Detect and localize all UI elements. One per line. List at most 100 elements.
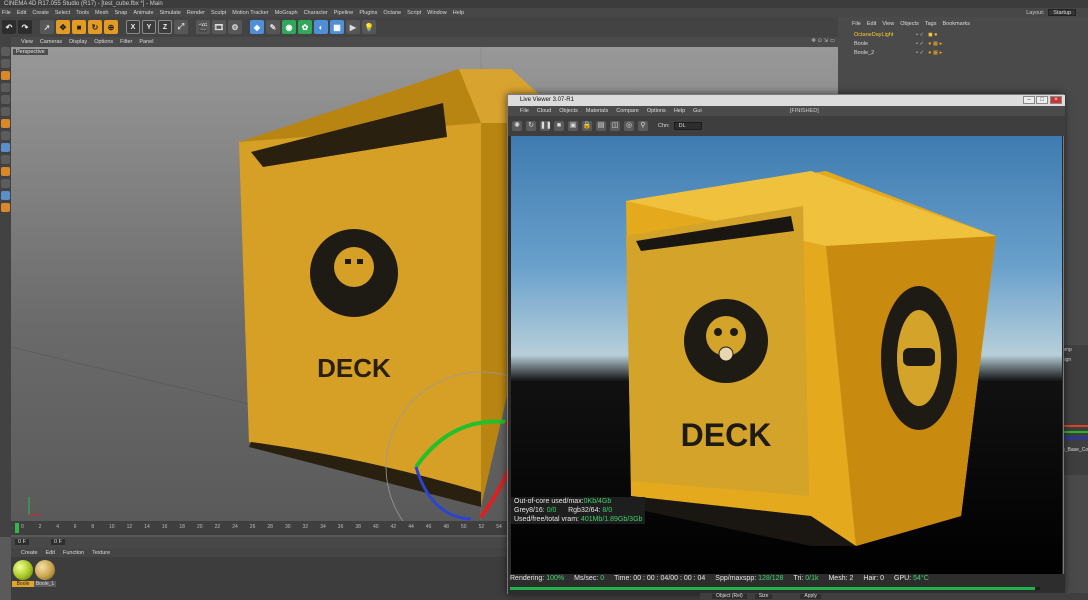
quantize-icon[interactable] bbox=[1, 203, 10, 212]
material-tag-icon[interactable]: ● ▦ ▸ bbox=[928, 41, 942, 47]
stop-icon[interactable]: ■ bbox=[554, 121, 564, 131]
array-icon[interactable]: ✿ bbox=[298, 20, 312, 34]
deformer-icon[interactable]: ◐ bbox=[314, 20, 328, 34]
menu-item[interactable]: Simulate bbox=[160, 10, 181, 16]
size-mode-dropdown[interactable]: Size bbox=[754, 594, 773, 599]
visibility-dots-icon[interactable]: • ✓ bbox=[916, 41, 924, 47]
material-swatch[interactable]: Boole bbox=[12, 560, 34, 588]
menu-item[interactable]: Snap bbox=[114, 10, 127, 16]
object-row[interactable]: OctaneDayLight • ✓ ◼ ● bbox=[840, 31, 1086, 39]
lock-workplane-icon[interactable] bbox=[1, 179, 10, 188]
pause-icon[interactable]: ❚❚ bbox=[540, 121, 552, 131]
y-axis-button[interactable]: Y bbox=[142, 20, 156, 34]
visibility-dots-icon[interactable]: • ✓ bbox=[916, 50, 924, 56]
maximize-icon[interactable]: □ bbox=[1036, 96, 1048, 104]
menu-item[interactable]: Sculpt bbox=[211, 10, 226, 16]
spline-pen-icon[interactable]: ✎ bbox=[266, 20, 280, 34]
rotate-icon[interactable]: ↻ bbox=[88, 20, 102, 34]
timeline-playhead[interactable] bbox=[15, 523, 19, 533]
menu-item[interactable]: Create bbox=[32, 10, 49, 16]
viewport-menu-item[interactable]: Options bbox=[94, 39, 113, 45]
viewport-menu-item[interactable]: View bbox=[21, 39, 33, 45]
redo-icon[interactable]: ↷ bbox=[18, 20, 32, 34]
scale-icon[interactable]: ■ bbox=[72, 20, 86, 34]
clay-mode-icon[interactable]: ◫ bbox=[610, 121, 620, 131]
minimize-icon[interactable]: – bbox=[1023, 96, 1035, 104]
close-icon[interactable]: × bbox=[1050, 96, 1062, 104]
live-viewer-menu-item[interactable]: Help bbox=[674, 108, 685, 114]
menu-item[interactable]: Motion Tracker bbox=[232, 10, 268, 16]
select-arrow-icon[interactable]: ➚ bbox=[40, 20, 54, 34]
coordinate-system-icon[interactable]: ⤢ bbox=[174, 20, 188, 34]
object-menu-item[interactable]: Objects bbox=[900, 21, 919, 27]
apply-button[interactable]: Apply bbox=[800, 594, 821, 599]
menu-item[interactable]: Tools bbox=[76, 10, 89, 16]
menu-item[interactable]: Script bbox=[407, 10, 421, 16]
edges-mode-icon[interactable] bbox=[1, 107, 10, 116]
render-view-icon[interactable]: 🎬 bbox=[196, 20, 210, 34]
menu-item[interactable]: Select bbox=[55, 10, 70, 16]
viewport-nav-icons[interactable]: ✥ ⊙ ⇲ ▭ bbox=[811, 38, 835, 44]
menu-item[interactable]: Pipeline bbox=[334, 10, 354, 16]
channel-dropdown[interactable]: DL bbox=[673, 122, 702, 130]
viewport-menu-item[interactable]: Cameras bbox=[40, 39, 62, 45]
object-menu-item[interactable]: Edit bbox=[867, 21, 876, 27]
material-menu-item[interactable]: Create bbox=[21, 550, 38, 556]
save-image-icon[interactable]: ▤ bbox=[596, 121, 606, 131]
material-swatch[interactable]: Boole_1 bbox=[34, 560, 56, 588]
refresh-icon[interactable]: ↻ bbox=[526, 121, 536, 131]
material-tag-icon[interactable]: ● ▦ ▸ bbox=[928, 50, 942, 56]
solo-icon[interactable] bbox=[1, 155, 10, 164]
model-mode-icon[interactable] bbox=[1, 59, 10, 68]
pin-icon[interactable]: ⚲ bbox=[638, 121, 648, 131]
undo-icon[interactable]: ↶ bbox=[2, 20, 16, 34]
make-editable-icon[interactable] bbox=[1, 47, 10, 56]
axis-mode-icon[interactable] bbox=[1, 131, 10, 140]
menu-item[interactable]: Render bbox=[187, 10, 205, 16]
live-viewer-menu-item[interactable]: Gui bbox=[693, 108, 702, 114]
visibility-dots-icon[interactable]: • ✓ bbox=[916, 32, 924, 38]
viewport-menu-item[interactable]: Filter bbox=[120, 39, 132, 45]
frame-current-field[interactable]: 0 F bbox=[51, 539, 65, 545]
region-icon[interactable]: ▣ bbox=[568, 121, 578, 131]
points-mode-icon[interactable] bbox=[1, 95, 10, 104]
menu-item[interactable]: Help bbox=[453, 10, 464, 16]
viewport-menu-item[interactable]: Panel bbox=[139, 39, 153, 45]
live-viewer-menu-item[interactable]: Options bbox=[647, 108, 666, 114]
focus-picker-icon[interactable]: ◎ bbox=[624, 121, 634, 131]
x-axis-button[interactable]: X bbox=[126, 20, 140, 34]
object-menu-item[interactable]: Bookmarks bbox=[942, 21, 970, 27]
menu-item[interactable]: Plugins bbox=[359, 10, 377, 16]
gear-icon[interactable]: ✺ bbox=[512, 121, 522, 131]
material-menu-item[interactable]: Texture bbox=[92, 550, 110, 556]
live-viewer-menu-item[interactable]: Objects bbox=[559, 108, 578, 114]
menu-item[interactable]: Character bbox=[304, 10, 328, 16]
render-settings-icon[interactable]: ⚙ bbox=[228, 20, 242, 34]
menu-item[interactable]: Mesh bbox=[95, 10, 108, 16]
z-axis-button[interactable]: Z bbox=[158, 20, 172, 34]
menu-item[interactable]: File bbox=[2, 10, 11, 16]
live-viewer-menu-item[interactable]: Compare bbox=[616, 108, 639, 114]
object-menu-item[interactable]: File bbox=[852, 21, 861, 27]
lock-icon[interactable]: 🔒 bbox=[582, 121, 592, 131]
menu-item[interactable]: MoGraph bbox=[275, 10, 298, 16]
material-menu-item[interactable]: Function bbox=[63, 550, 84, 556]
planar-workplane-icon[interactable] bbox=[1, 191, 10, 200]
tweak-mode-icon[interactable] bbox=[1, 143, 10, 152]
coord-mode-dropdown[interactable]: Object (Rel) bbox=[712, 594, 747, 599]
object-menu-item[interactable]: View bbox=[882, 21, 894, 27]
texture-mode-icon[interactable] bbox=[1, 71, 10, 80]
render-picture-viewer-icon[interactable]: 🎞 bbox=[212, 20, 226, 34]
object-row[interactable]: Boole • ✓ ● ▦ ▸ bbox=[840, 40, 1086, 48]
material-menu-item[interactable]: Edit bbox=[46, 550, 55, 556]
scene-floor-icon[interactable]: ▦ bbox=[330, 20, 344, 34]
menu-item[interactable]: Window bbox=[427, 10, 447, 16]
recent-tool-icon[interactable]: ⊕ bbox=[104, 20, 118, 34]
light-icon[interactable]: 💡 bbox=[362, 20, 376, 34]
octane-tag-icon[interactable]: ◼ ● bbox=[928, 32, 937, 38]
polygons-mode-icon[interactable] bbox=[1, 119, 10, 128]
frame-start-field[interactable]: 0 F bbox=[15, 539, 29, 545]
move-icon[interactable]: ✥ bbox=[56, 20, 70, 34]
workplane-icon[interactable] bbox=[1, 83, 10, 92]
menu-item[interactable]: Edit bbox=[17, 10, 26, 16]
